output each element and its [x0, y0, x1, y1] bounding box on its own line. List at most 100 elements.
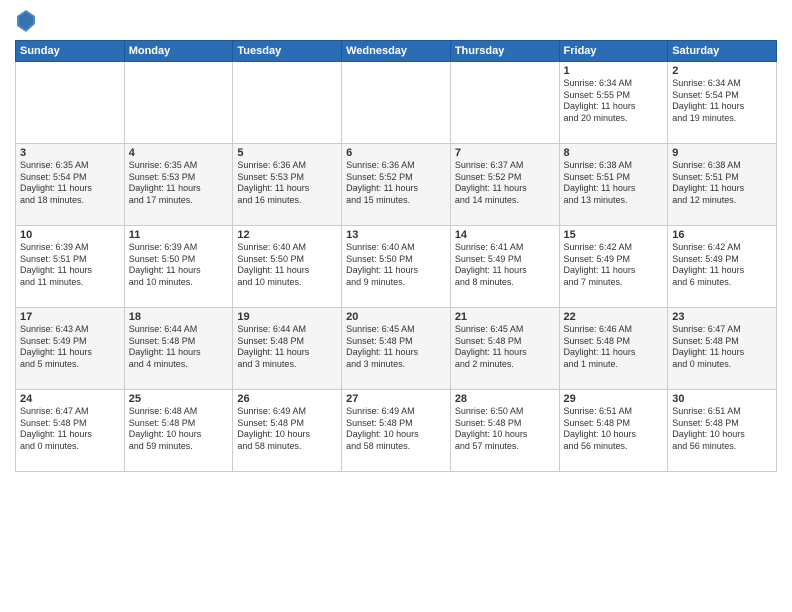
day-info: Sunrise: 6:49 AM Sunset: 5:48 PM Dayligh… — [237, 406, 337, 453]
calendar-cell — [450, 62, 559, 144]
weekday-header: Sunday — [16, 41, 125, 62]
calendar-cell — [16, 62, 125, 144]
day-number: 21 — [455, 311, 555, 323]
logo — [15, 10, 35, 32]
calendar-cell: 9Sunrise: 6:38 AM Sunset: 5:51 PM Daylig… — [668, 144, 777, 226]
day-info: Sunrise: 6:51 AM Sunset: 5:48 PM Dayligh… — [672, 406, 772, 453]
calendar-cell: 29Sunrise: 6:51 AM Sunset: 5:48 PM Dayli… — [559, 390, 668, 472]
day-info: Sunrise: 6:41 AM Sunset: 5:49 PM Dayligh… — [455, 242, 555, 289]
day-number: 14 — [455, 229, 555, 241]
day-info: Sunrise: 6:39 AM Sunset: 5:51 PM Dayligh… — [20, 242, 120, 289]
day-info: Sunrise: 6:34 AM Sunset: 5:54 PM Dayligh… — [672, 78, 772, 125]
day-info: Sunrise: 6:45 AM Sunset: 5:48 PM Dayligh… — [455, 324, 555, 371]
day-info: Sunrise: 6:42 AM Sunset: 5:49 PM Dayligh… — [564, 242, 664, 289]
day-info: Sunrise: 6:49 AM Sunset: 5:48 PM Dayligh… — [346, 406, 446, 453]
weekday-header: Tuesday — [233, 41, 342, 62]
calendar-week-row: 1Sunrise: 6:34 AM Sunset: 5:55 PM Daylig… — [16, 62, 777, 144]
day-info: Sunrise: 6:43 AM Sunset: 5:49 PM Dayligh… — [20, 324, 120, 371]
calendar-cell: 1Sunrise: 6:34 AM Sunset: 5:55 PM Daylig… — [559, 62, 668, 144]
day-number: 25 — [129, 393, 229, 405]
day-number: 22 — [564, 311, 664, 323]
day-info: Sunrise: 6:38 AM Sunset: 5:51 PM Dayligh… — [564, 160, 664, 207]
calendar-cell: 21Sunrise: 6:45 AM Sunset: 5:48 PM Dayli… — [450, 308, 559, 390]
calendar-cell: 13Sunrise: 6:40 AM Sunset: 5:50 PM Dayli… — [342, 226, 451, 308]
calendar-body: 1Sunrise: 6:34 AM Sunset: 5:55 PM Daylig… — [16, 62, 777, 472]
day-number: 19 — [237, 311, 337, 323]
calendar-cell: 7Sunrise: 6:37 AM Sunset: 5:52 PM Daylig… — [450, 144, 559, 226]
calendar-cell — [233, 62, 342, 144]
day-info: Sunrise: 6:39 AM Sunset: 5:50 PM Dayligh… — [129, 242, 229, 289]
day-number: 8 — [564, 147, 664, 159]
day-number: 23 — [672, 311, 772, 323]
day-info: Sunrise: 6:36 AM Sunset: 5:52 PM Dayligh… — [346, 160, 446, 207]
day-number: 17 — [20, 311, 120, 323]
day-number: 15 — [564, 229, 664, 241]
day-info: Sunrise: 6:47 AM Sunset: 5:48 PM Dayligh… — [20, 406, 120, 453]
day-info: Sunrise: 6:50 AM Sunset: 5:48 PM Dayligh… — [455, 406, 555, 453]
day-number: 6 — [346, 147, 446, 159]
day-info: Sunrise: 6:40 AM Sunset: 5:50 PM Dayligh… — [237, 242, 337, 289]
day-number: 7 — [455, 147, 555, 159]
calendar-cell: 6Sunrise: 6:36 AM Sunset: 5:52 PM Daylig… — [342, 144, 451, 226]
calendar-cell: 22Sunrise: 6:46 AM Sunset: 5:48 PM Dayli… — [559, 308, 668, 390]
calendar-cell — [124, 62, 233, 144]
day-number: 27 — [346, 393, 446, 405]
calendar-cell: 15Sunrise: 6:42 AM Sunset: 5:49 PM Dayli… — [559, 226, 668, 308]
day-number: 29 — [564, 393, 664, 405]
day-number: 4 — [129, 147, 229, 159]
day-info: Sunrise: 6:36 AM Sunset: 5:53 PM Dayligh… — [237, 160, 337, 207]
day-number: 10 — [20, 229, 120, 241]
calendar-cell: 23Sunrise: 6:47 AM Sunset: 5:48 PM Dayli… — [668, 308, 777, 390]
weekday-header: Wednesday — [342, 41, 451, 62]
calendar-week-row: 24Sunrise: 6:47 AM Sunset: 5:48 PM Dayli… — [16, 390, 777, 472]
day-number: 30 — [672, 393, 772, 405]
day-info: Sunrise: 6:44 AM Sunset: 5:48 PM Dayligh… — [129, 324, 229, 371]
calendar-cell: 14Sunrise: 6:41 AM Sunset: 5:49 PM Dayli… — [450, 226, 559, 308]
calendar-cell: 4Sunrise: 6:35 AM Sunset: 5:53 PM Daylig… — [124, 144, 233, 226]
weekday-header: Monday — [124, 41, 233, 62]
calendar-cell: 17Sunrise: 6:43 AM Sunset: 5:49 PM Dayli… — [16, 308, 125, 390]
day-info: Sunrise: 6:48 AM Sunset: 5:48 PM Dayligh… — [129, 406, 229, 453]
calendar-cell: 19Sunrise: 6:44 AM Sunset: 5:48 PM Dayli… — [233, 308, 342, 390]
weekday-header: Friday — [559, 41, 668, 62]
calendar-cell: 2Sunrise: 6:34 AM Sunset: 5:54 PM Daylig… — [668, 62, 777, 144]
day-number: 13 — [346, 229, 446, 241]
day-info: Sunrise: 6:38 AM Sunset: 5:51 PM Dayligh… — [672, 160, 772, 207]
weekday-header: Saturday — [668, 41, 777, 62]
header-row: SundayMondayTuesdayWednesdayThursdayFrid… — [16, 41, 777, 62]
day-info: Sunrise: 6:51 AM Sunset: 5:48 PM Dayligh… — [564, 406, 664, 453]
calendar-cell: 11Sunrise: 6:39 AM Sunset: 5:50 PM Dayli… — [124, 226, 233, 308]
calendar-cell: 28Sunrise: 6:50 AM Sunset: 5:48 PM Dayli… — [450, 390, 559, 472]
calendar-cell: 3Sunrise: 6:35 AM Sunset: 5:54 PM Daylig… — [16, 144, 125, 226]
day-number: 20 — [346, 311, 446, 323]
day-number: 28 — [455, 393, 555, 405]
calendar-cell: 8Sunrise: 6:38 AM Sunset: 5:51 PM Daylig… — [559, 144, 668, 226]
day-number: 12 — [237, 229, 337, 241]
day-info: Sunrise: 6:44 AM Sunset: 5:48 PM Dayligh… — [237, 324, 337, 371]
calendar-cell: 30Sunrise: 6:51 AM Sunset: 5:48 PM Dayli… — [668, 390, 777, 472]
calendar-cell: 25Sunrise: 6:48 AM Sunset: 5:48 PM Dayli… — [124, 390, 233, 472]
day-number: 1 — [564, 65, 664, 77]
calendar-cell: 26Sunrise: 6:49 AM Sunset: 5:48 PM Dayli… — [233, 390, 342, 472]
day-number: 16 — [672, 229, 772, 241]
day-number: 24 — [20, 393, 120, 405]
day-number: 2 — [672, 65, 772, 77]
calendar-table: SundayMondayTuesdayWednesdayThursdayFrid… — [15, 40, 777, 472]
calendar-week-row: 10Sunrise: 6:39 AM Sunset: 5:51 PM Dayli… — [16, 226, 777, 308]
calendar-week-row: 3Sunrise: 6:35 AM Sunset: 5:54 PM Daylig… — [16, 144, 777, 226]
calendar-cell: 18Sunrise: 6:44 AM Sunset: 5:48 PM Dayli… — [124, 308, 233, 390]
day-info: Sunrise: 6:35 AM Sunset: 5:53 PM Dayligh… — [129, 160, 229, 207]
day-number: 11 — [129, 229, 229, 241]
page-header — [15, 10, 777, 32]
day-info: Sunrise: 6:45 AM Sunset: 5:48 PM Dayligh… — [346, 324, 446, 371]
logo-icon — [17, 10, 35, 32]
day-number: 26 — [237, 393, 337, 405]
calendar-cell: 5Sunrise: 6:36 AM Sunset: 5:53 PM Daylig… — [233, 144, 342, 226]
calendar-cell: 24Sunrise: 6:47 AM Sunset: 5:48 PM Dayli… — [16, 390, 125, 472]
calendar-cell: 27Sunrise: 6:49 AM Sunset: 5:48 PM Dayli… — [342, 390, 451, 472]
day-number: 5 — [237, 147, 337, 159]
page-container: SundayMondayTuesdayWednesdayThursdayFrid… — [0, 0, 792, 482]
day-info: Sunrise: 6:42 AM Sunset: 5:49 PM Dayligh… — [672, 242, 772, 289]
calendar-cell: 16Sunrise: 6:42 AM Sunset: 5:49 PM Dayli… — [668, 226, 777, 308]
day-number: 18 — [129, 311, 229, 323]
